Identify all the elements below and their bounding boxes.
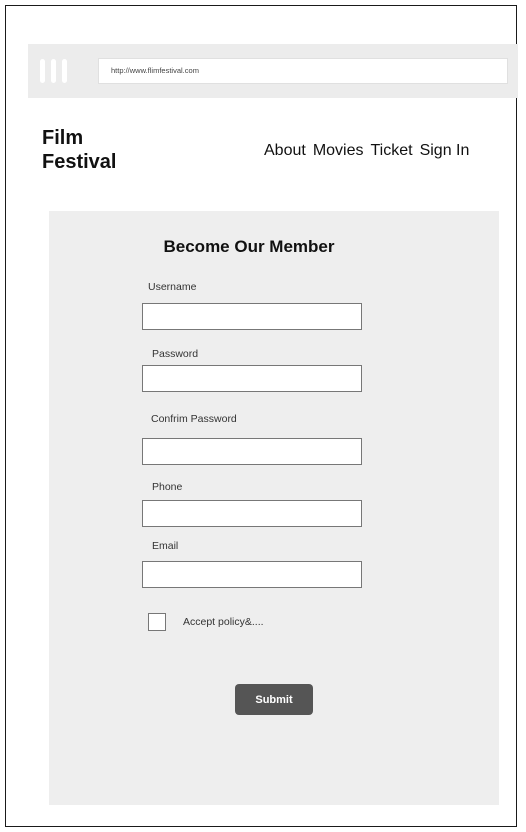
url-bar[interactable]: http://www.flimfestival.com	[98, 58, 508, 84]
accept-policy-label: Accept policy&....	[183, 616, 264, 628]
form-title: Become Our Member	[163, 237, 335, 256]
username-input[interactable]	[142, 303, 362, 330]
nav-item-ticket[interactable]: Ticket	[371, 142, 413, 160]
email-label: Email	[152, 540, 179, 552]
confirm-password-input[interactable]	[142, 438, 362, 465]
password-label: Password	[152, 348, 199, 360]
wireframe-frame: http://www.flimfestival.com Film Festiva…	[5, 5, 518, 827]
phone-input[interactable]	[142, 500, 362, 527]
nav-item-movies[interactable]: Movies	[313, 142, 364, 160]
browser-toolbar: http://www.flimfestival.com	[28, 44, 518, 98]
username-label: Username	[148, 281, 197, 293]
password-input[interactable]	[142, 365, 362, 392]
confirm-password-label: Confrim Password	[151, 413, 237, 425]
site-title[interactable]: Film Festival	[42, 126, 162, 174]
browser-tabs-icon	[40, 59, 67, 83]
phone-label: Phone	[152, 481, 183, 493]
accept-policy-checkbox[interactable]	[148, 613, 166, 631]
membership-form-panel: Become Our Member Username Password Conf…	[49, 211, 499, 805]
submit-button[interactable]: Submit	[235, 684, 313, 715]
main-nav: About Movies Ticket Sign In	[264, 142, 469, 160]
nav-item-about[interactable]: About	[264, 142, 306, 160]
email-input[interactable]	[142, 561, 362, 588]
nav-item-sign-in[interactable]: Sign In	[420, 142, 470, 160]
